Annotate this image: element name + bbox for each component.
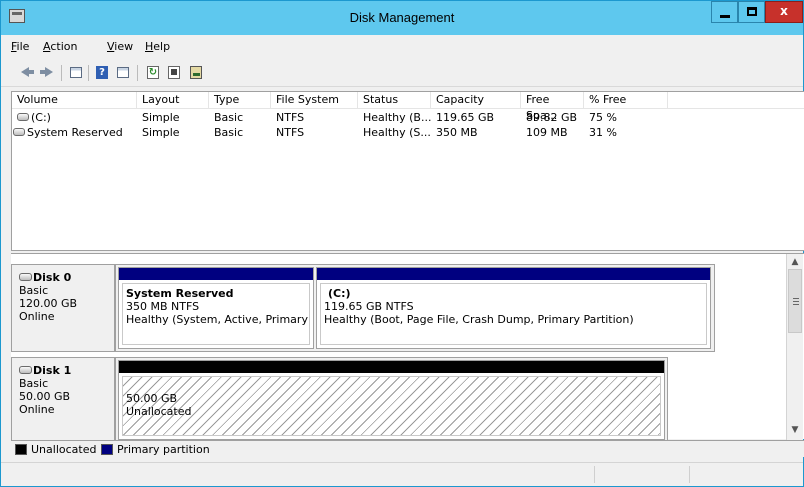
disk-state: Online (19, 403, 55, 416)
minimize-icon (720, 15, 730, 18)
column-header-layout[interactable]: Layout (137, 92, 209, 109)
minimize-button[interactable] (711, 1, 738, 23)
legend-unallocated: Unallocated (31, 443, 97, 456)
menu-action[interactable]: Action (43, 40, 77, 53)
volume-list-header: Volume Layout Type File System Status Ca… (12, 92, 804, 122)
title-bar[interactable]: Disk Management x (1, 1, 803, 35)
unallocated-swatch (15, 444, 27, 455)
refresh-button[interactable]: ↻ (144, 64, 161, 81)
unallocated-bar (119, 361, 664, 373)
forward-arrow-icon (45, 67, 53, 77)
close-icon: x (780, 4, 788, 18)
disk-name: Disk 1 (33, 364, 72, 377)
refresh-icon: ↻ (147, 66, 159, 79)
status-pane (689, 466, 690, 483)
column-header-volume[interactable]: Volume (12, 92, 137, 109)
toolbar-separator (88, 65, 89, 81)
free-space-cell: 109 MB (526, 126, 568, 139)
show-hide-action-pane-button[interactable] (114, 64, 131, 81)
disk-1-label[interactable]: Disk 1 Basic 50.00 GB Online (11, 357, 115, 441)
primary-partition-swatch (101, 444, 113, 455)
column-header-percent-free[interactable]: % Free (584, 92, 668, 109)
list-view-icon (117, 67, 129, 78)
disk-size: 50.00 GB (19, 390, 71, 403)
toolbar-separator (137, 65, 138, 81)
primary-partition-bar (317, 268, 710, 280)
layout-cell: Simple (142, 126, 180, 139)
percent-free-cell: 31 % (589, 126, 617, 139)
toolbar: ? ↻ (1, 59, 803, 87)
table-row[interactable]: (C:) Simple Basic NTFS Healthy (B... 119… (12, 110, 804, 125)
capacity-cell: 119.65 GB (436, 111, 495, 124)
disk-properties-button[interactable] (187, 64, 204, 81)
properties-icon (168, 66, 180, 79)
help-button[interactable]: ? (93, 64, 110, 81)
disk-type: Basic (19, 284, 49, 297)
grid-view-icon (70, 67, 82, 78)
show-hide-console-tree-button[interactable] (67, 64, 84, 81)
menu-bar: File Action View Help (1, 37, 803, 57)
percent-free-cell: 75 % (589, 111, 617, 124)
graphical-view-scrollbar[interactable]: ▲ ▼ (786, 254, 803, 440)
legend: Unallocated Primary partition (11, 440, 804, 457)
disk-properties-icon (190, 66, 202, 79)
free-space-cell: 89.82 GB (526, 111, 578, 124)
table-row[interactable]: System Reserved Simple Basic NTFS Health… (12, 125, 804, 140)
status-pane (594, 466, 595, 483)
primary-partition-bar (119, 268, 313, 280)
column-header-file-system[interactable]: File System (271, 92, 358, 109)
file-system-cell: NTFS (276, 111, 305, 124)
column-header-capacity[interactable]: Capacity (431, 92, 521, 109)
scroll-down-icon[interactable]: ▼ (789, 425, 801, 437)
toolbar-separator (61, 65, 62, 81)
type-cell: Basic (214, 111, 244, 124)
disk-icon (19, 366, 32, 374)
file-system-cell: NTFS (276, 126, 305, 139)
legend-primary-partition: Primary partition (117, 443, 210, 456)
column-header-free-space[interactable]: Free Spa... (521, 92, 584, 122)
type-cell: Basic (214, 126, 244, 139)
status-cell: Healthy (B... (363, 111, 431, 124)
status-bar (1, 462, 803, 486)
window-title: Disk Management (349, 10, 455, 25)
column-header-type[interactable]: Type (209, 92, 271, 109)
close-button[interactable]: x (765, 1, 803, 23)
disk-size: 120.00 GB (19, 297, 78, 310)
volume-cell: (C:) (12, 110, 137, 125)
drive-icon (13, 128, 25, 136)
layout-cell: Simple (142, 111, 180, 124)
scroll-up-icon[interactable]: ▲ (789, 257, 801, 269)
back-button[interactable] (19, 64, 36, 81)
menu-help[interactable]: Help (145, 40, 170, 53)
partition-system-reserved[interactable]: System Reserved 350 MB NTFS Healthy (Sys… (118, 267, 314, 349)
forward-button[interactable] (39, 64, 56, 81)
status-cell: Healthy (S... (363, 126, 431, 139)
help-icon: ? (96, 66, 108, 79)
scrollbar-thumb[interactable] (788, 269, 802, 333)
disk-state: Online (19, 310, 55, 323)
properties-button[interactable] (165, 64, 182, 81)
partition-c-drive[interactable]: (C:) 119.65 GB NTFS Healthy (Boot, Page … (316, 267, 711, 349)
drive-icon (17, 113, 29, 121)
disk-0-label[interactable]: Disk 0 Basic 120.00 GB Online (11, 264, 115, 352)
disk-icon (19, 273, 32, 281)
disk-graphical-view[interactable]: Disk 0 Basic 120.00 GB Online System Res… (11, 253, 804, 441)
menu-file[interactable]: File (11, 40, 29, 53)
disk-management-window: Disk Management x File Action View Help … (0, 0, 804, 487)
volume-list[interactable]: Volume Layout Type File System Status Ca… (11, 91, 804, 251)
disk-type: Basic (19, 377, 49, 390)
maximize-button[interactable] (738, 1, 765, 23)
capacity-cell: 350 MB (436, 126, 478, 139)
volume-cell: System Reserved (12, 125, 137, 140)
column-header-status[interactable]: Status (358, 92, 431, 109)
menu-view[interactable]: View (107, 40, 133, 53)
partition-unallocated[interactable]: 50.00 GB Unallocated (118, 360, 665, 440)
maximize-icon (747, 7, 757, 16)
disk-name: Disk 0 (33, 271, 72, 284)
